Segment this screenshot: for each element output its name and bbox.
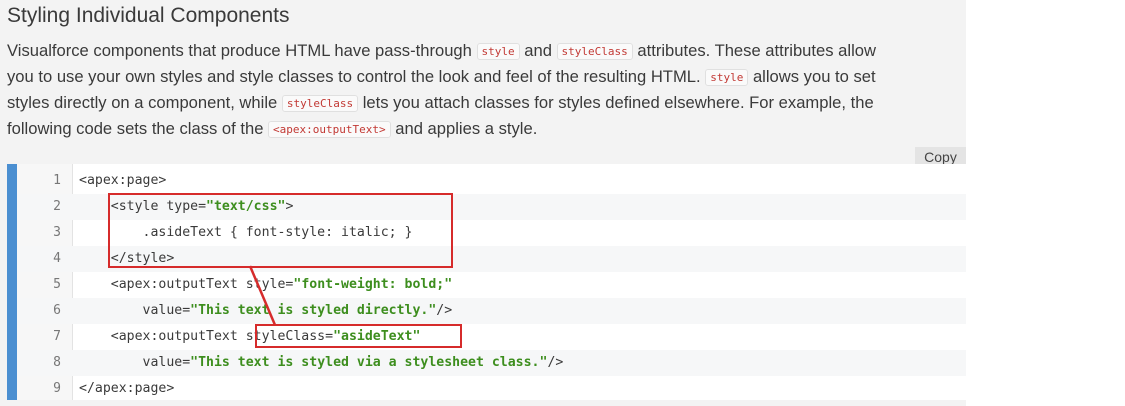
text-span: Visualforce components that produce HTML… [7,41,477,60]
code-token: value= [79,303,191,318]
string-literal: "font-weight: bold;" [293,277,453,292]
code-text: </style> [79,246,175,272]
code-text: .asideText { font-style: italic; } [79,220,413,246]
paragraph-line-3: styles directly on a component, while st… [7,90,967,116]
code-line: 6 value="This text is styled directly."/… [17,298,966,324]
code-token: > [285,199,294,214]
text-span: you to use your own styles and style cla… [7,67,706,86]
code-token: /> [436,303,453,318]
code-text: value="This text is styled directly."/> [79,298,453,324]
code-line: 4 </style> [17,246,966,272]
inline-code-styleclass: styleClass [556,43,633,60]
string-literal: "text/css" [206,199,286,214]
code-text: <style type="text/css"> [79,194,294,220]
code-token: <apex:outputText styleClass= [79,329,334,344]
string-literal: "asideText" [333,329,421,344]
line-number: 7 [53,329,61,344]
text-span: lets you attach classes for styles defin… [358,93,874,112]
line-number: 4 [53,251,61,266]
code-block: 1 <apex:page> 2 <style type="text/css"> 3 .… [7,164,966,400]
code-line: 3 .asideText { font-style: italic; } [17,220,966,246]
article-panel: Styling Individual Components Visualforc… [0,0,966,406]
code-token: <apex:outputText style= [79,277,294,292]
code-line: 1 <apex:page> [17,168,966,194]
text-span: and applies a style. [390,119,538,138]
code-token: </style> [79,251,175,266]
code-token: /> [547,355,564,370]
line-number: 1 [53,173,61,188]
code-token: <style type= [79,199,207,214]
code-line: 7 <apex:outputText styleClass="asideText… [17,324,966,350]
inline-code-outputtext: <apex:outputText> [268,121,391,138]
line-number: 6 [53,303,61,318]
code-text: <apex:outputText style="font-weight: bol… [79,272,452,298]
description-paragraph: Visualforce components that produce HTML… [7,38,967,142]
code-line: 5 <apex:outputText style="font-weight: b… [17,272,966,298]
code-line: 8 value="This text is styled via a style… [17,350,966,376]
line-number: 5 [53,277,61,292]
paragraph-line-1: Visualforce components that produce HTML… [7,38,967,64]
text-span: attributes. These attributes allow [632,41,876,60]
inline-code-styleclass: styleClass [281,95,359,112]
paragraph-line-2: you to use your own styles and style cla… [7,64,967,90]
code-line: 9 </apex:page> [17,376,966,402]
line-number: 2 [53,199,61,214]
string-literal: "This text is styled directly." [190,303,437,318]
code-token: value= [79,355,191,370]
text-span: following code sets the class of the [7,119,269,138]
code-line: 2 <style type="text/css"> [17,194,966,220]
code-text: <apex:outputText styleClass="asideText" [79,324,421,350]
line-number: 8 [53,355,61,370]
text-span: allows you to set [748,67,876,86]
string-literal: "This text is styled via a stylesheet cl… [190,355,548,370]
code-text: </apex:page> [79,376,174,402]
section-heading: Styling Individual Components [7,4,290,27]
code-text: <apex:page> [79,168,166,194]
text-span: styles directly on a component, while [7,93,282,112]
text-span: and [519,41,557,60]
code-token: <apex:page> [79,173,167,188]
code-token: .asideText { font-style: italic; } [79,225,413,240]
code-text: value="This text is styled via a stylesh… [79,350,564,376]
line-number: 9 [53,381,61,396]
line-number: 3 [53,225,61,240]
paragraph-line-4: following code sets the class of the <ap… [7,116,967,142]
inline-code-style: style [476,43,520,60]
code-token: </apex:page> [79,381,175,396]
code-accent-bar [7,164,17,400]
inline-code-style: style [705,69,749,86]
